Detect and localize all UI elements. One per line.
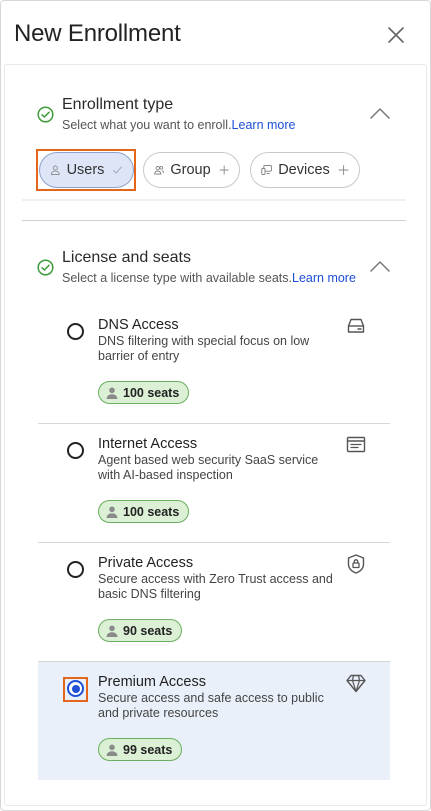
shield-lock-icon — [347, 554, 365, 574]
browser-window-icon — [346, 436, 366, 453]
chevron-up-icon[interactable] — [369, 106, 391, 120]
diamond-icon — [346, 674, 366, 693]
seats-badge: 90 seats — [98, 619, 183, 642]
license-name: Premium Access — [98, 674, 206, 690]
license-subtitle-text: Select a license type with available sea… — [62, 271, 292, 285]
enrollment-type-subtitle: Select what you want to enroll.Learn mor… — [62, 118, 295, 132]
check-circle-icon — [37, 259, 54, 276]
user-icon — [50, 165, 60, 175]
license-subtitle: Select a license type with available sea… — [62, 271, 356, 285]
enrollment-type-title: Enrollment type — [62, 96, 174, 113]
chevron-up-icon[interactable] — [369, 259, 391, 273]
license-item-internet-access[interactable]: Internet Access Agent based web security… — [38, 424, 390, 542]
person-icon — [106, 744, 118, 756]
seats-badge: 99 seats — [98, 738, 183, 761]
enrollment-type-learn-more-link[interactable]: Learn more — [232, 118, 296, 132]
plus-icon — [219, 165, 229, 175]
seats-badge: 100 seats — [98, 500, 190, 523]
license-title: License and seats — [62, 249, 191, 266]
enrollment-type-subtitle-text: Select what you want to enroll. — [62, 118, 232, 132]
chip-group[interactable]: Group — [143, 152, 240, 188]
person-icon — [106, 625, 118, 637]
seats-count: 90 seats — [123, 623, 173, 638]
chip-group-label: Group — [170, 162, 211, 178]
section-divider — [22, 220, 406, 221]
license-radio-private-access[interactable] — [67, 561, 84, 578]
chip-devices-label: Devices — [278, 162, 330, 178]
plus-icon — [338, 165, 349, 175]
license-item-dns-access[interactable]: DNS Access DNS filtering with special fo… — [38, 305, 390, 423]
license-learn-more-link[interactable]: Learn more — [292, 271, 356, 285]
license-description: Secure access and safe access to public … — [98, 691, 324, 720]
check-icon — [113, 166, 123, 174]
person-icon — [106, 506, 118, 518]
chip-devices[interactable]: Devices — [250, 152, 360, 188]
drive-icon — [347, 318, 365, 333]
license-radio-premium-access[interactable] — [67, 680, 84, 697]
seats-badge: 100 seats — [98, 381, 190, 404]
license-item-private-access[interactable]: Private Access Secure access with Zero T… — [38, 543, 390, 661]
close-icon[interactable] — [383, 22, 409, 48]
license-item-premium-access[interactable]: Premium Access Secure access and safe ac… — [38, 662, 390, 780]
chip-users-label: Users — [66, 162, 105, 178]
license-radio-dns-access[interactable] — [67, 323, 84, 340]
check-circle-icon — [37, 106, 54, 123]
panel-title: New Enrollment — [14, 20, 181, 47]
license-description: Secure access with Zero Trust access and… — [98, 572, 333, 601]
license-radio-internet-access[interactable] — [67, 442, 84, 459]
license-name: Internet Access — [98, 436, 198, 452]
seats-count: 100 seats — [123, 385, 180, 400]
license-description: Agent based web security SaaS service wi… — [98, 453, 319, 482]
group-icon — [154, 166, 165, 175]
license-name: Private Access — [98, 555, 194, 571]
license-name: DNS Access — [98, 317, 179, 333]
seats-count: 99 seats — [123, 742, 173, 757]
person-icon — [106, 387, 118, 399]
license-description: DNS filtering with special focus on low … — [98, 334, 310, 363]
chip-users[interactable]: Users — [39, 152, 134, 188]
section-shadow — [22, 199, 406, 201]
seats-count: 100 seats — [123, 504, 180, 519]
devices-icon — [261, 165, 272, 175]
